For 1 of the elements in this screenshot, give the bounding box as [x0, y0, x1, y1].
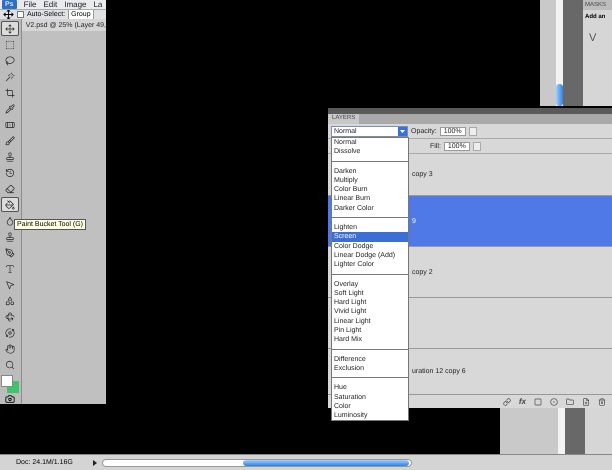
panel-glyph: V: [588, 31, 598, 44]
